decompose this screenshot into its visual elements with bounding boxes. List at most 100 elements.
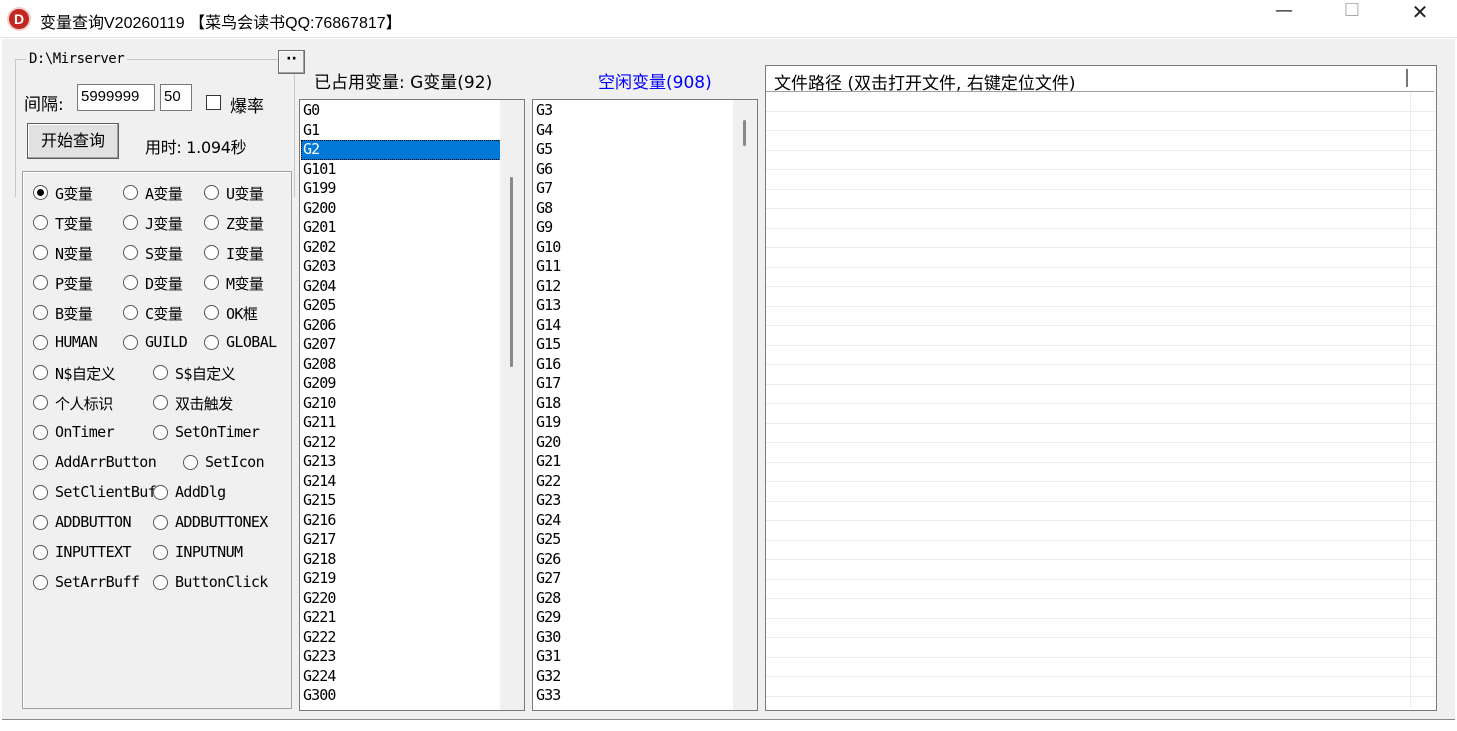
listview-row[interactable] — [766, 131, 1436, 151]
listview-row[interactable] — [766, 677, 1436, 697]
maximize-button[interactable]: ☐ — [1318, 0, 1386, 38]
list-item[interactable]: G11 — [534, 257, 734, 277]
list-item[interactable]: G199 — [301, 179, 501, 199]
list-item[interactable]: G12 — [534, 277, 734, 297]
file-path-listview[interactable]: 文件路径 (双击打开文件, 右键定位文件) — [765, 65, 1437, 711]
listview-row[interactable] — [766, 229, 1436, 248]
list-item[interactable]: G216 — [301, 511, 501, 531]
listview-row[interactable] — [766, 365, 1436, 385]
list-item[interactable]: G217 — [301, 530, 501, 550]
list-item[interactable]: G21 — [534, 452, 734, 472]
listview-row[interactable] — [766, 580, 1436, 599]
list-item[interactable]: G213 — [301, 452, 501, 472]
radio-circle-icon[interactable] — [153, 365, 168, 380]
list-item[interactable]: G10 — [534, 238, 734, 258]
listview-row[interactable] — [766, 287, 1436, 307]
close-button[interactable]: ✕ — [1386, 0, 1454, 38]
listview-row[interactable] — [766, 541, 1436, 560]
list-item[interactable]: G203 — [301, 257, 501, 277]
list-item[interactable]: G202 — [301, 238, 501, 258]
list-item[interactable]: G223 — [301, 647, 501, 667]
radio-circle-icon[interactable] — [123, 215, 138, 230]
listview-row[interactable] — [766, 346, 1436, 365]
listview-row[interactable] — [766, 209, 1436, 229]
radio-circle-icon[interactable] — [204, 305, 219, 320]
browse-folder-button[interactable]: ·· — [278, 50, 305, 74]
list-item[interactable]: G14 — [534, 316, 734, 336]
list-item[interactable]: G15 — [534, 335, 734, 355]
radio-circle-icon[interactable] — [204, 185, 219, 200]
list-item[interactable]: G19 — [534, 413, 734, 433]
list-item[interactable]: G26 — [534, 550, 734, 570]
list-item[interactable]: G215 — [301, 491, 501, 511]
listview-row[interactable] — [766, 424, 1436, 443]
list-item[interactable]: G205 — [301, 296, 501, 316]
radio-circle-icon[interactable] — [204, 275, 219, 290]
list-item[interactable]: G214 — [301, 472, 501, 492]
list-item[interactable]: G211 — [301, 413, 501, 433]
list-item[interactable]: G221 — [301, 608, 501, 628]
used-variables-list[interactable]: G0 G1 G2 G101 G199 G200 G201 G202 G203 G204 G205 G2… — [299, 99, 525, 711]
list-item[interactable]: G5 — [534, 140, 734, 160]
radio-circle-icon[interactable] — [33, 245, 48, 260]
radio-circle-icon[interactable] — [33, 485, 48, 500]
list-item[interactable]: G219 — [301, 569, 501, 589]
list-item[interactable]: G33 — [534, 686, 734, 706]
used-list-scroll-thumb[interactable] — [510, 177, 513, 368]
list-item[interactable]: G6 — [534, 160, 734, 180]
listview-row[interactable] — [766, 268, 1436, 287]
list-item[interactable]: G222 — [301, 628, 501, 648]
listview-row[interactable] — [766, 560, 1436, 580]
radio-circle-icon[interactable] — [33, 545, 48, 560]
list-item[interactable]: G25 — [534, 530, 734, 550]
listview-row[interactable] — [766, 658, 1436, 677]
list-item[interactable]: G201 — [301, 218, 501, 238]
list-item[interactable]: G0 — [301, 101, 501, 121]
list-item[interactable]: G210 — [301, 394, 501, 414]
list-item[interactable]: G300 — [301, 686, 501, 706]
list-item[interactable]: G28 — [534, 589, 734, 609]
listview-row[interactable] — [766, 248, 1436, 268]
list-item[interactable]: G32 — [534, 667, 734, 687]
list-item[interactable]: G22 — [534, 472, 734, 492]
listview-row[interactable] — [766, 638, 1436, 658]
listview-row[interactable] — [766, 599, 1436, 619]
list-item[interactable]: G18 — [534, 394, 734, 414]
listview-row[interactable] — [766, 112, 1436, 131]
radio-circle-icon[interactable] — [153, 425, 168, 440]
list-item[interactable]: G101 — [301, 160, 501, 180]
list-item[interactable]: G206 — [301, 316, 501, 336]
list-item[interactable]: G8 — [534, 199, 734, 219]
list-item[interactable]: G31 — [534, 647, 734, 667]
listview-row[interactable] — [766, 463, 1436, 482]
list-item[interactable]: G17 — [534, 374, 734, 394]
list-item[interactable]: G20 — [534, 433, 734, 453]
radio-circle-icon[interactable] — [204, 335, 219, 350]
list-item[interactable]: G24 — [534, 511, 734, 531]
listview-row[interactable] — [766, 170, 1436, 190]
radio-circle-icon[interactable] — [33, 215, 48, 230]
radio-circle-icon[interactable] — [33, 575, 48, 590]
list-item[interactable]: G207 — [301, 335, 501, 355]
list-item[interactable]: G224 — [301, 667, 501, 687]
list-item[interactable]: G212 — [301, 433, 501, 453]
list-item[interactable]: G9 — [534, 218, 734, 238]
listview-row[interactable] — [766, 307, 1436, 326]
radio-circle-icon[interactable] — [33, 335, 48, 350]
listview-row[interactable] — [766, 151, 1436, 170]
radio-circle-icon[interactable] — [183, 455, 198, 470]
list-item[interactable]: G208 — [301, 355, 501, 375]
list-item[interactable]: G13 — [534, 296, 734, 316]
list-item[interactable]: G220 — [301, 589, 501, 609]
used-list-scrollbar[interactable] — [500, 100, 524, 710]
listview-row[interactable] — [766, 521, 1436, 541]
radio-circle-icon[interactable] — [33, 515, 48, 530]
radio-circle-icon[interactable] — [123, 185, 138, 200]
list-item[interactable]: G200 — [301, 199, 501, 219]
radio-circle-icon[interactable] — [153, 395, 168, 410]
minimize-button[interactable]: — — [1250, 0, 1318, 38]
listview-row[interactable] — [766, 190, 1436, 209]
column-separator[interactable] — [1406, 69, 1408, 87]
radio-circle-icon[interactable] — [204, 245, 219, 260]
radio-circle-icon[interactable] — [33, 185, 48, 200]
